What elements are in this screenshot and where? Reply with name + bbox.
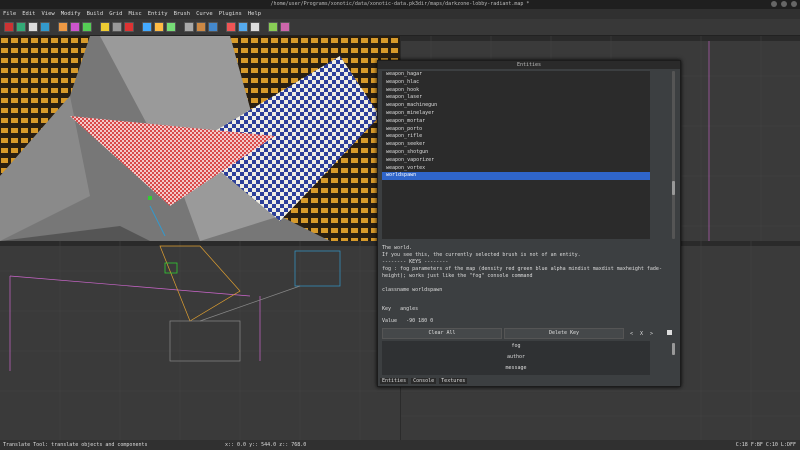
list-item[interactable]: weapon_machinegun [382,102,650,110]
angle-left-button[interactable]: < [630,331,633,337]
list-item[interactable]: weapon_vaporizer [382,157,650,165]
tab-entities[interactable]: Entities [380,378,409,384]
list-item[interactable]: weapon_rifle [382,133,650,141]
camera-render [0,36,400,241]
key-field[interactable]: angles [400,306,418,312]
tab-textures[interactable]: Textures [439,378,468,384]
grid-left [0,241,400,440]
menu-help[interactable]: Help [248,9,261,19]
list-item[interactable]: weapon_minelayer [382,110,650,118]
title-bar: /home/user/Programs/xonotic/data/xonotic… [0,0,800,9]
description-line: classname worldspawn [382,287,443,293]
menu-curve[interactable]: Curve [196,9,213,19]
entity-description: The world. If you see this, the currentl… [382,245,674,294]
angle-right-button[interactable]: > [650,331,653,337]
key-label: Key [382,306,392,312]
tool-csg-icon[interactable] [100,22,110,32]
value-row: Value -90 180 0 [382,318,433,324]
list-item[interactable]: weapon_seeker [382,141,650,149]
tool-build-icon[interactable] [268,22,278,32]
list-item[interactable]: weapon_vortex [382,165,650,173]
close-button[interactable] [791,1,797,7]
tool-select-icon[interactable] [82,22,92,32]
entity-property-list[interactable]: fog author message [382,341,650,375]
entity-window-title: Entities [378,61,680,69]
cursor-coordinates: x:: 0.0 y:: 544.0 z:: 768.0 [225,442,307,448]
menu-build[interactable]: Build [87,9,104,19]
status-text: Translate Tool: translate objects and co… [3,442,148,448]
menu-bar: File Edit View Modify Build Grid Misc En… [0,9,800,19]
description-line: The world. [382,245,413,251]
list-item[interactable]: weapon_hook [382,87,650,95]
clear-all-button[interactable]: Clear All [382,328,502,339]
tool-hollow-icon[interactable] [112,22,122,32]
maximize-button[interactable] [781,1,787,7]
menu-modify[interactable]: Modify [61,9,81,19]
menu-misc[interactable]: Misc [128,9,141,19]
list-item[interactable]: weapon_porto [382,126,650,134]
xz-view-left[interactable] [0,241,400,440]
status-bar: Translate Tool: translate objects and co… [0,440,800,450]
description-line: fog : fog parameters of the map (density… [382,266,662,279]
tool-flip-icon[interactable] [58,22,68,32]
tool-open-icon[interactable] [4,22,14,32]
tool-carve-icon[interactable] [124,22,134,32]
tab-console[interactable]: Console [411,378,437,384]
menu-edit[interactable]: Edit [22,9,35,19]
value-label: Value [382,318,398,324]
tool-scale-icon[interactable] [166,22,176,32]
tool-camera-icon[interactable] [208,22,218,32]
menu-plugins[interactable]: Plugins [219,9,242,19]
class-list-scroll-thumb[interactable] [672,181,675,195]
list-item[interactable]: weapon_hlac [382,79,650,87]
entity-class-list[interactable]: weapon_hagar weapon_hlac weapon_hook wea… [382,71,650,239]
toolbar [0,19,800,36]
property-row[interactable]: author [382,352,650,363]
description-line: -------- KEYS -------- [382,259,449,265]
tool-undo-icon[interactable] [28,22,38,32]
menu-file[interactable]: File [3,9,16,19]
angle-x-button[interactable]: X [640,331,643,337]
tool-texture-lock-icon[interactable] [184,22,194,32]
description-line: If you see this, the currently selected … [382,252,581,258]
delete-key-button[interactable]: Delete Key [504,328,624,339]
menu-brush[interactable]: Brush [174,9,191,19]
tool-region-icon[interactable] [238,22,248,32]
key-row: Key angles [382,306,418,312]
list-item[interactable]: weapon_hagar [382,71,650,79]
list-item[interactable]: weapon_laser [382,94,650,102]
entity-window-tabs: Entities Console Textures [380,378,468,384]
tool-clipper-icon[interactable] [142,22,152,32]
tool-grid-icon[interactable] [250,22,260,32]
camera-view[interactable] [0,36,400,241]
minimize-button[interactable] [771,1,777,7]
entity-inspector-window[interactable]: Entities weapon_hagar weapon_hlac weapon… [377,60,681,387]
property-row[interactable]: fog [382,341,650,352]
tool-patch-icon[interactable] [196,22,206,32]
status-counts: C:18 F:BF C:10 L:DFF [735,442,796,448]
list-item-selected[interactable]: worldspawn [382,172,650,181]
property-scroll-thumb[interactable] [672,343,675,355]
tool-entity-icon[interactable] [280,22,290,32]
window-controls [771,1,797,7]
tool-translate-icon[interactable] [154,22,164,32]
spawnflag-checkbox[interactable] [667,330,672,335]
property-row[interactable]: message [382,363,650,374]
menu-entity[interactable]: Entity [148,9,168,19]
list-item[interactable]: weapon_shotgun [382,149,650,157]
menu-grid[interactable]: Grid [109,9,122,19]
tool-save-icon[interactable] [16,22,26,32]
tool-filter-icon[interactable] [226,22,236,32]
class-list-scrollbar[interactable] [672,71,675,239]
tool-rotate-icon[interactable] [70,22,80,32]
description-line [382,280,674,287]
tool-redo-icon[interactable] [40,22,50,32]
list-item[interactable]: weapon_mortar [382,118,650,126]
menu-view[interactable]: View [42,9,55,19]
window-title: /home/user/Programs/xonotic/data/xonotic… [270,1,530,7]
value-field[interactable]: -90 180 0 [406,318,433,324]
